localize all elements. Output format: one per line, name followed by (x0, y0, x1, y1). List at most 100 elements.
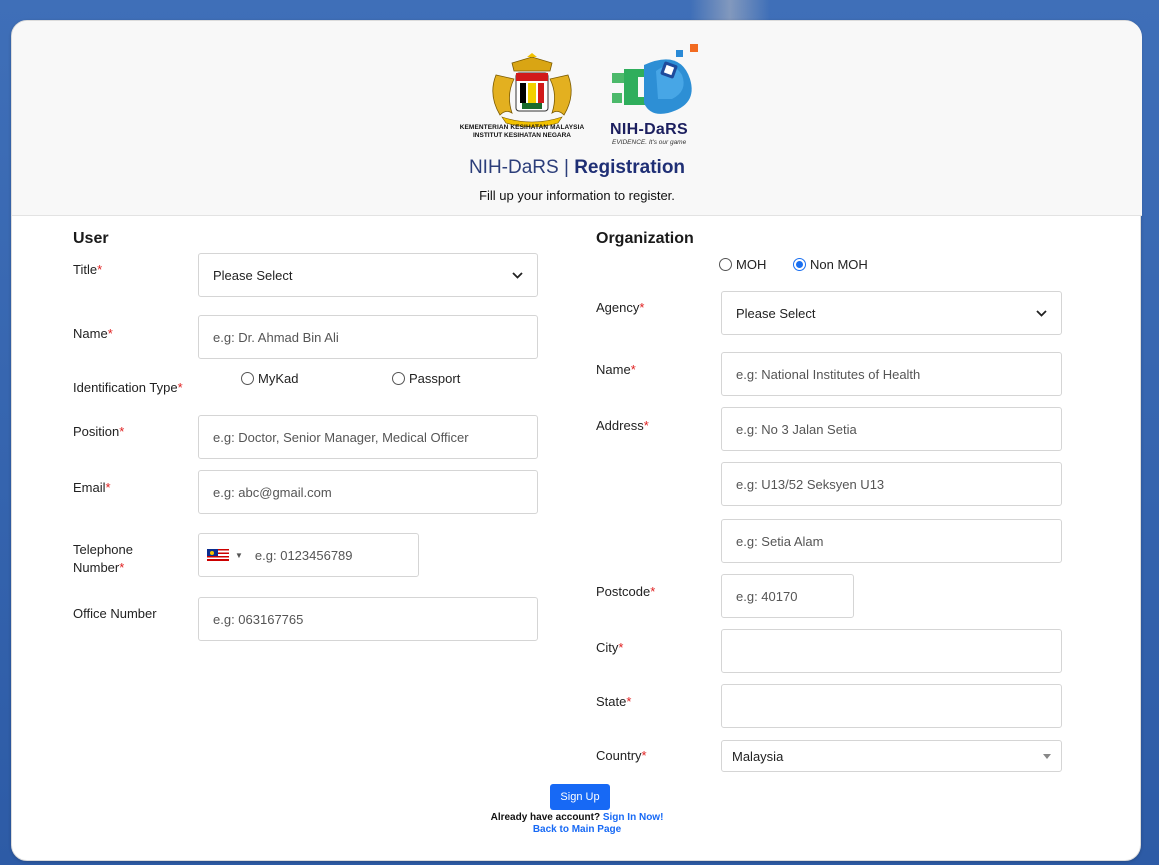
radio-mykad-label: MyKad (258, 371, 299, 386)
radio-mykad-circle[interactable] (241, 372, 254, 385)
country-label-text: Country (596, 748, 642, 763)
address-line1-placeholder: e.g: No 3 Jalan Setia (736, 421, 857, 437)
country-select-value: Malaysia (732, 748, 784, 764)
required-mark: * (107, 326, 113, 341)
organization-section-title: Organization (596, 230, 694, 247)
registration-card: KEMENTERIAN KESIHATAN MALAYSIA INSTITUT … (11, 20, 1142, 861)
state-input[interactable] (721, 684, 1062, 728)
required-mark: * (119, 424, 125, 439)
radio-non-moh-circle[interactable] (793, 258, 806, 271)
required-mark: * (119, 560, 125, 575)
user-section-title: User (73, 230, 109, 247)
postcode-placeholder: e.g: 40170 (736, 588, 798, 604)
title-label-text: Title (73, 262, 98, 277)
radio-non-moh-label: Non MOH (810, 257, 868, 272)
required-mark: * (177, 380, 183, 395)
telephone-label-line2: Number (73, 560, 120, 575)
page-title-separator: | (558, 157, 575, 178)
org-name-label: Name* (596, 361, 636, 379)
brand-tagline: EVIDENCE. It's our game (612, 139, 687, 146)
radio-moh[interactable]: MOH (719, 257, 766, 272)
org-name-input[interactable]: e.g: National Institutes of Health (721, 352, 1062, 396)
telephone-input[interactable]: ▼ e.g: 0123456789 (198, 533, 419, 577)
postcode-label: Postcode* (596, 583, 655, 601)
name-label: Name* (73, 325, 113, 343)
address-line3-input[interactable]: e.g: Setia Alam (721, 519, 1062, 563)
country-select[interactable]: Malaysia (721, 740, 1062, 772)
name-placeholder: e.g: Dr. Ahmad Bin Ali (213, 329, 339, 345)
name-input[interactable]: e.g: Dr. Ahmad Bin Ali (198, 315, 538, 359)
title-select[interactable]: Please Select (198, 253, 538, 297)
required-mark: * (643, 418, 649, 433)
ministry-name: KEMENTERIAN KESIHATAN MALAYSIA (459, 124, 585, 131)
telephone-placeholder: e.g: 0123456789 (254, 547, 353, 563)
name-label-text: Name (73, 326, 108, 341)
required-mark: * (618, 640, 624, 655)
radio-passport[interactable]: Passport (392, 371, 460, 386)
state-label: State* (596, 693, 631, 711)
sign-in-prompt: Already have account? Sign In Now! (12, 812, 1142, 823)
sign-up-button[interactable]: Sign Up (550, 784, 610, 810)
back-link-row: Back to Main Page (12, 824, 1142, 835)
page-subtitle: Fill up your information to register. (479, 188, 675, 203)
title-label: Title* (73, 261, 102, 279)
position-placeholder: e.g: Doctor, Senior Manager, Medical Off… (213, 429, 469, 445)
identification-type-label: Identification Type* (73, 379, 183, 397)
required-mark: * (105, 480, 111, 495)
caret-down-icon (1043, 753, 1051, 759)
brand-name: NIH-DaRS (610, 121, 688, 138)
radio-non-moh[interactable]: Non MOH (793, 257, 868, 272)
required-mark: * (630, 362, 636, 377)
identification-type-label-text: Identification Type (73, 380, 178, 395)
country-code-dropdown-icon[interactable]: ▼ (235, 551, 243, 560)
page-title-strong: Registration (574, 157, 686, 178)
address-line2-input[interactable]: e.g: U13/52 Seksyen U13 (721, 462, 1062, 506)
office-number-placeholder: e.g: 063167765 (213, 611, 304, 627)
city-label-text: City (596, 640, 619, 655)
city-label: City* (596, 639, 623, 657)
required-mark: * (639, 300, 645, 315)
address-line1-input[interactable]: e.g: No 3 Jalan Setia (721, 407, 1062, 451)
required-mark: * (650, 584, 656, 599)
postcode-input[interactable]: e.g: 40170 (721, 574, 854, 618)
page-title: NIH-DaRS | Registration (12, 157, 1142, 179)
malaysia-flag-icon[interactable] (207, 549, 229, 561)
office-number-input[interactable]: e.g: 063167765 (198, 597, 538, 641)
sign-in-link[interactable]: Sign In Now! (603, 812, 664, 823)
address-label: Address* (596, 417, 649, 435)
required-mark: * (641, 748, 647, 763)
radio-mykad[interactable]: MyKad (241, 371, 298, 386)
agency-select[interactable]: Please Select (721, 291, 1062, 335)
page-title-prefix: NIH-DaRS (468, 157, 559, 178)
agency-select-value: Please Select (736, 305, 816, 321)
org-name-placeholder: e.g: National Institutes of Health (736, 366, 921, 382)
country-label: Country* (596, 747, 647, 765)
radio-passport-label: Passport (409, 371, 461, 386)
telephone-label-line1: Telephone (73, 542, 133, 557)
chevron-down-icon (1035, 307, 1047, 319)
position-input[interactable]: e.g: Doctor, Senior Manager, Medical Off… (198, 415, 538, 459)
required-mark: * (626, 694, 632, 709)
title-select-value: Please Select (213, 267, 293, 283)
address-label-text: Address (596, 418, 644, 433)
city-input[interactable] (721, 629, 1062, 673)
radio-moh-circle[interactable] (719, 258, 732, 271)
address-line3-placeholder: e.g: Setia Alam (736, 533, 824, 549)
back-to-main-link[interactable]: Back to Main Page (533, 824, 621, 835)
agency-label-text: Agency (596, 300, 640, 315)
email-label: Email* (73, 479, 111, 497)
agency-label: Agency* (596, 299, 644, 317)
email-placeholder: e.g: abc@gmail.com (213, 484, 332, 500)
position-label-text: Position (73, 424, 120, 439)
radio-passport-circle[interactable] (392, 372, 405, 385)
radio-moh-label: MOH (736, 257, 767, 272)
have-account-text: Already have account? (490, 812, 601, 823)
chevron-down-icon (511, 269, 523, 281)
office-number-label: Office Number (73, 606, 157, 621)
card-header: KEMENTERIAN KESIHATAN MALAYSIA INSTITUT … (12, 21, 1142, 216)
institute-name: INSTITUT KESIHATAN NEGARA (473, 132, 571, 139)
address-line2-placeholder: e.g: U13/52 Seksyen U13 (736, 476, 885, 492)
org-name-label-text: Name (596, 362, 631, 377)
email-input[interactable]: e.g: abc@gmail.com (198, 470, 538, 514)
nih-dars-logo (612, 44, 698, 114)
